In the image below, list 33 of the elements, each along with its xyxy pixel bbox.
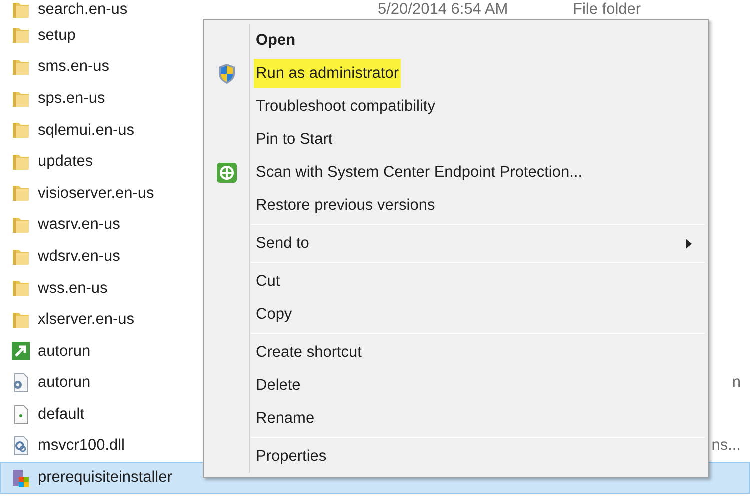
file-name: prerequisiteinstaller — [38, 468, 172, 488]
file-name: sms.en-us — [38, 57, 110, 78]
file-name: autorun — [38, 373, 91, 394]
file-name: wss.en-us — [38, 278, 108, 299]
type-text: n — [732, 373, 741, 394]
menu-item-label: Rename — [255, 408, 316, 429]
menu-item-label: Open — [255, 30, 297, 51]
menu-item-label: Run as administrator — [254, 58, 402, 88]
menu-item-label: Troubleshoot compatibility — [255, 96, 436, 117]
file-name: sqlemui.en-us — [38, 120, 134, 141]
file-name: default — [38, 404, 85, 425]
menu-item-label: Cut — [255, 272, 282, 292]
file-name: setup — [38, 26, 76, 46]
menu-item-label: Restore previous versions — [255, 196, 436, 216]
type-text: File folder — [573, 0, 642, 20]
file-name: msvcr100.dll — [38, 436, 125, 456]
menu-item-label: Delete — [255, 376, 302, 396]
menu-item-label: Copy — [255, 304, 294, 325]
file-name: visioserver.en-us — [38, 184, 154, 204]
menu-item-label: Scan with System Center Endpoint Protection... — [255, 162, 584, 183]
menu-item-label: Pin to Start — [255, 130, 334, 150]
file-name: xlserver.en-us — [38, 310, 134, 330]
type-text: ns... — [712, 436, 741, 456]
file-name: wdsrv.en-us — [38, 246, 120, 267]
file-name: wasrv.en-us — [38, 215, 120, 236]
file-name: updates — [38, 152, 94, 172]
file-name: autorun — [38, 342, 91, 362]
date-text: 5/20/2014 6:54 AM — [378, 0, 510, 20]
file-name: search.en-us — [38, 0, 128, 20]
menu-item-label: Send to — [255, 234, 310, 254]
menu-item-label: Create shortcut — [255, 342, 363, 363]
file-name: sps.en-us — [38, 88, 106, 109]
menu-item-label: Properties — [255, 446, 328, 467]
